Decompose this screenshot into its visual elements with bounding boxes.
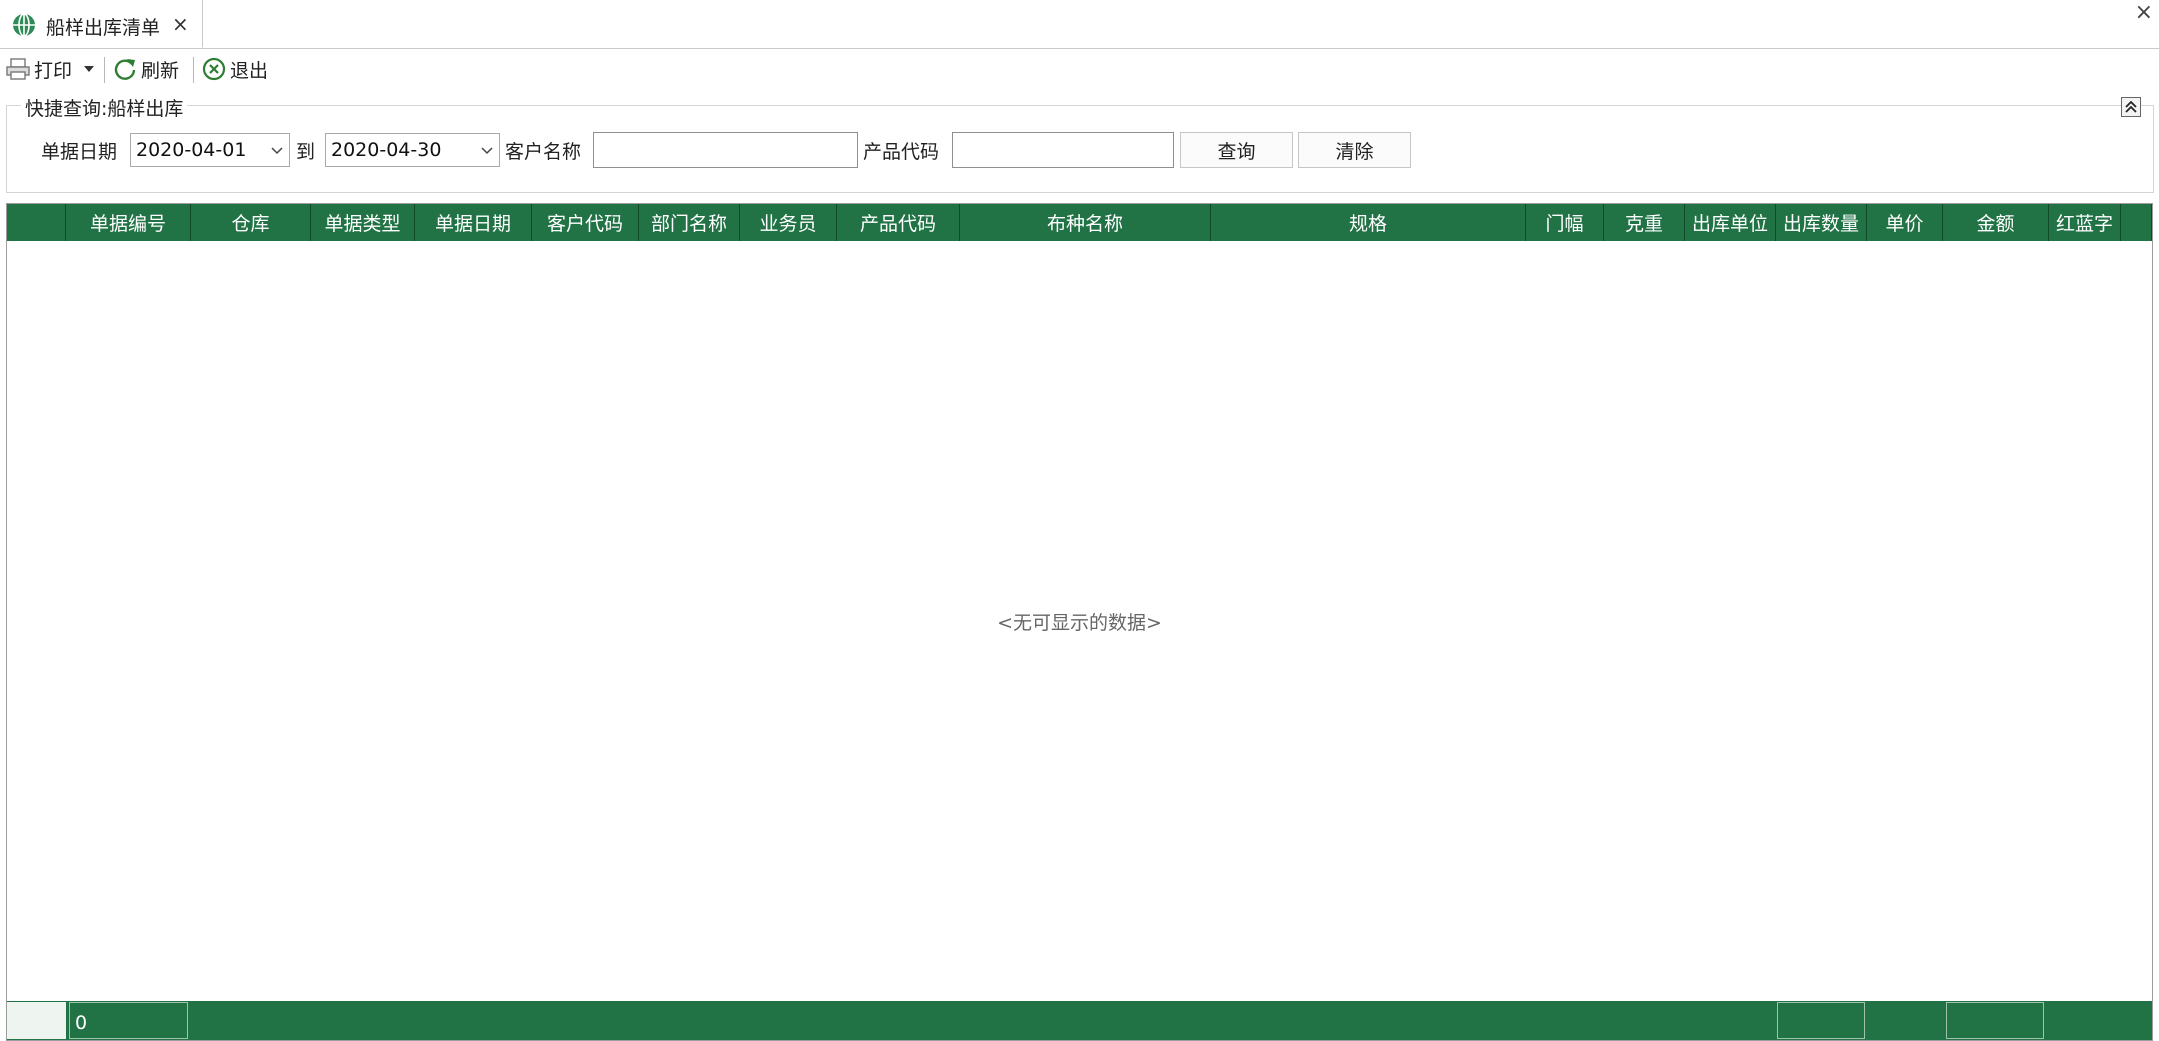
footer-amount-total bbox=[1946, 1002, 2044, 1039]
date-from-value: 2020-04-01 bbox=[136, 139, 247, 161]
date-to-value: 2020-04-30 bbox=[331, 139, 442, 161]
print-label: 打印 bbox=[34, 59, 73, 82]
refresh-label: 刷新 bbox=[141, 59, 180, 82]
column-header[interactable]: 规格 bbox=[1211, 204, 1526, 241]
column-header[interactable]: 仓库 bbox=[191, 204, 311, 241]
footer-quantity-total bbox=[1777, 1002, 1865, 1039]
refresh-icon bbox=[114, 59, 136, 80]
column-header[interactable]: 客户代码 bbox=[532, 204, 639, 241]
empty-data-message: <无可显示的数据> bbox=[997, 612, 1162, 634]
tab-close-icon[interactable]: × bbox=[172, 12, 189, 36]
exit-button[interactable]: 退出 bbox=[202, 55, 268, 83]
column-header[interactable]: 门幅 bbox=[1526, 204, 1604, 241]
close-circle-icon bbox=[202, 57, 226, 81]
column-header-filler bbox=[2121, 204, 2152, 241]
quick-query-title: 快捷查询:船样出库 bbox=[21, 94, 188, 121]
toolbar-divider bbox=[104, 57, 105, 83]
column-header[interactable]: 布种名称 bbox=[960, 204, 1211, 241]
customer-name-input[interactable] bbox=[593, 132, 858, 168]
tab-strip: 船样出库清单 × × bbox=[0, 0, 2159, 49]
column-header[interactable]: 出库单位 bbox=[1685, 204, 1776, 241]
column-header[interactable]: 单价 bbox=[1867, 204, 1943, 241]
column-header[interactable]: 部门名称 bbox=[639, 204, 740, 241]
chevron-down-icon[interactable] bbox=[82, 64, 96, 74]
refresh-button[interactable]: 刷新 bbox=[113, 55, 179, 83]
tab-title: 船样出库清单 bbox=[46, 17, 161, 39]
column-header[interactable]: 单据日期 bbox=[415, 204, 532, 241]
date-from-combo[interactable]: 2020-04-01 bbox=[130, 133, 290, 167]
grid-footer: 0 bbox=[7, 1001, 2152, 1040]
tab-ship-sample-outbound[interactable]: 船样出库清单 × bbox=[0, 0, 203, 48]
column-header[interactable]: 红蓝字 bbox=[2049, 204, 2121, 241]
toolbar-divider bbox=[193, 57, 194, 83]
globe-icon bbox=[13, 13, 35, 37]
footer-count: 0 bbox=[75, 1012, 88, 1034]
exit-label: 退出 bbox=[230, 59, 269, 82]
product-code-input[interactable] bbox=[952, 132, 1174, 168]
column-header[interactable]: 出库数量 bbox=[1776, 204, 1867, 241]
customer-name-label: 客户名称 bbox=[505, 141, 582, 163]
search-button[interactable]: 查询 bbox=[1180, 132, 1293, 168]
collapse-button[interactable] bbox=[2121, 97, 2141, 117]
printer-icon bbox=[6, 58, 30, 80]
column-header[interactable]: 克重 bbox=[1604, 204, 1685, 241]
clear-button[interactable]: 清除 bbox=[1298, 132, 1411, 168]
footer-indicator bbox=[7, 1002, 66, 1039]
toolbar: 打印 刷新 退出 bbox=[0, 49, 2159, 89]
product-code-label: 产品代码 bbox=[863, 141, 940, 163]
date-to-combo[interactable]: 2020-04-30 bbox=[325, 133, 500, 167]
column-header[interactable]: 金额 bbox=[1943, 204, 2049, 241]
date-to-label: 到 bbox=[296, 141, 316, 163]
row-indicator-header[interactable] bbox=[7, 204, 66, 241]
data-grid: 单据编号 仓库 单据类型 单据日期 客户代码 部门名称 业务员 产品代码 布种名… bbox=[6, 203, 2153, 1041]
grid-header: 单据编号 仓库 单据类型 单据日期 客户代码 部门名称 业务员 产品代码 布种名… bbox=[7, 204, 2152, 241]
print-button[interactable]: 打印 bbox=[6, 55, 96, 83]
column-header[interactable]: 单据编号 bbox=[66, 204, 191, 241]
double-chevron-up-icon bbox=[2125, 100, 2137, 113]
window-close-icon[interactable]: × bbox=[2135, 0, 2153, 25]
quick-query-panel: 快捷查询:船样出库 单据日期 2020-04-01 到 2020-04-30 客… bbox=[6, 94, 2154, 193]
chevron-down-icon bbox=[271, 147, 283, 155]
column-header[interactable]: 单据类型 bbox=[311, 204, 415, 241]
column-header[interactable]: 产品代码 bbox=[837, 204, 960, 241]
date-label: 单据日期 bbox=[41, 141, 118, 163]
column-header[interactable]: 业务员 bbox=[740, 204, 837, 241]
chevron-down-icon bbox=[481, 147, 493, 155]
footer-count-cell: 0 bbox=[69, 1002, 188, 1039]
